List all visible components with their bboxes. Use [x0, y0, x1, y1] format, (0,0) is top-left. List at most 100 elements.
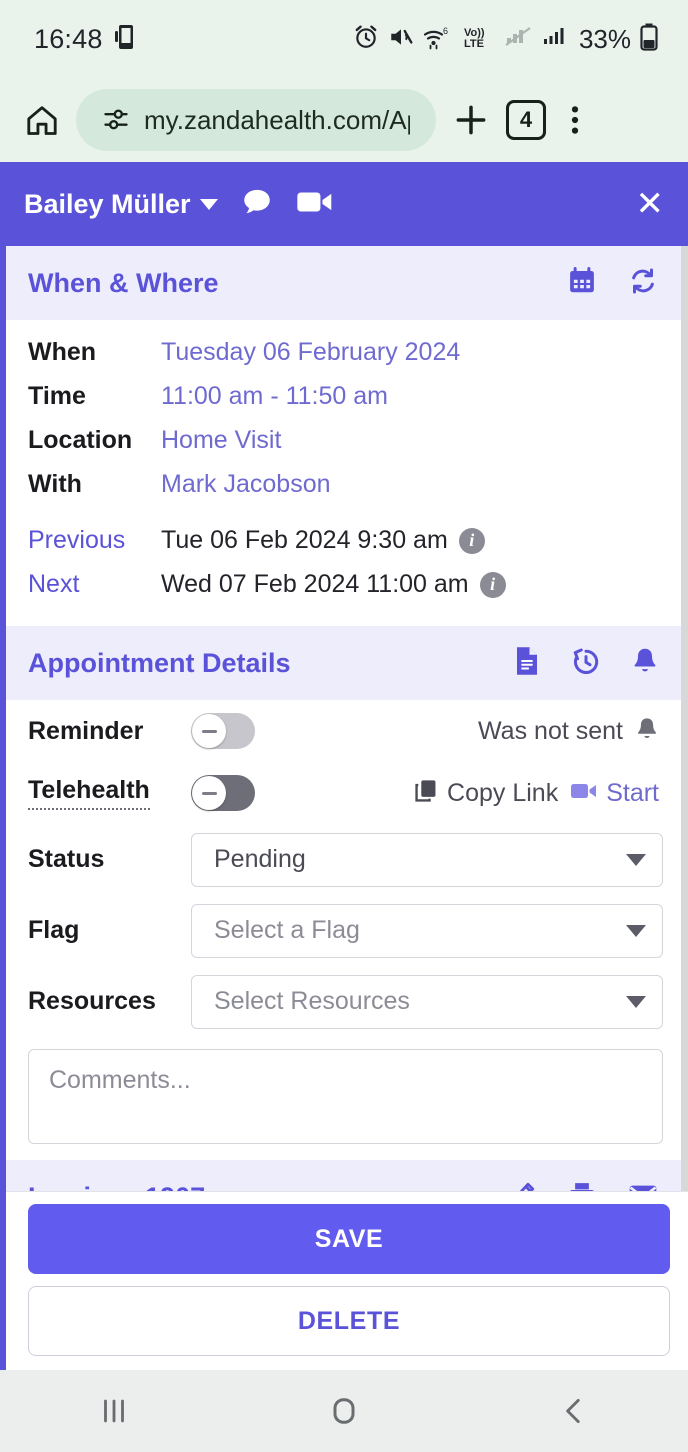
field-when-label: When: [28, 338, 97, 367]
next-value: Wed 07 Feb 2024 11:00 am: [161, 570, 469, 599]
previous-value: Tue 06 Feb 2024 9:30 am: [161, 526, 448, 555]
flag-value: Select a Flag: [214, 916, 360, 945]
home-circle-icon[interactable]: [326, 1393, 362, 1429]
recents-icon[interactable]: [97, 1394, 131, 1428]
copy-link-button[interactable]: Copy Link: [413, 778, 558, 809]
appointment-details-title: Appointment Details: [28, 647, 291, 678]
svg-text:6: 6: [443, 26, 448, 36]
bell-icon[interactable]: [631, 646, 659, 681]
resources-value: Select Resources: [214, 987, 410, 1016]
copy-link-label: Copy Link: [447, 778, 559, 807]
minus-icon: [201, 729, 217, 733]
modal-scroll-area[interactable]: When & Where When Tuesday 06 February 20…: [6, 246, 688, 1191]
field-time: Time 11:00 am - 11:50 am: [28, 382, 659, 426]
section-header-appointment-details: Appointment Details: [6, 626, 681, 701]
telehealth-toggle[interactable]: [191, 775, 255, 812]
field-when-value[interactable]: Tuesday 06 February 2024: [161, 338, 460, 367]
signal-icon: [542, 24, 568, 55]
reminder-label: Reminder: [28, 716, 144, 745]
chevron-down-icon: [626, 853, 646, 866]
video-camera-icon[interactable]: [296, 185, 334, 224]
bell-icon[interactable]: [635, 716, 659, 747]
document-icon[interactable]: [513, 646, 541, 681]
status-value: Pending: [214, 845, 306, 874]
status-select[interactable]: Pending: [191, 832, 663, 887]
telehealth-actions: Copy Link Start: [413, 778, 659, 809]
section-header-when-where: When & Where: [6, 246, 681, 321]
when-where-title: When & Where: [28, 267, 219, 298]
site-settings-icon[interactable]: [102, 106, 130, 134]
pencil-icon[interactable]: [507, 1180, 537, 1191]
start-telehealth-button[interactable]: Start: [570, 779, 659, 808]
copy-icon: [413, 778, 439, 809]
overflow-menu-icon[interactable]: [562, 103, 588, 137]
tab-count-button[interactable]: 4: [506, 100, 546, 140]
chevron-down-icon: [626, 924, 646, 937]
appointment-details-actions: [513, 646, 659, 681]
patient-name: Bailey Müller: [24, 188, 191, 219]
status-right-group: 6 Vo)) LTE 33%: [353, 23, 658, 56]
next-link[interactable]: Next: [28, 570, 161, 599]
field-with-label: With: [28, 470, 82, 499]
flag-select[interactable]: Select a Flag: [191, 903, 663, 958]
chat-bubble-icon[interactable]: [240, 185, 274, 224]
field-next: Next Wed 07 Feb 2024 11:00 am i: [28, 570, 659, 614]
field-time-value[interactable]: 11:00 am - 11:50 am: [161, 382, 388, 411]
modal-footer: SAVE DELETE: [6, 1191, 688, 1370]
previous-link[interactable]: Previous: [28, 526, 161, 555]
volte-icon: Vo)) LTE: [462, 24, 496, 55]
no-sim-icon: [505, 24, 533, 55]
mute-icon: [388, 24, 414, 55]
status-clock: 16:48: [34, 23, 103, 54]
comments-textarea[interactable]: Comments...: [28, 1049, 663, 1145]
chevron-down-icon: [199, 198, 218, 210]
resources-select[interactable]: Select Resources: [191, 974, 663, 1029]
android-status-bar: 16:48 6 Vo)) LTE 33%: [0, 0, 688, 78]
close-icon[interactable]: ✕: [636, 187, 665, 221]
status-left-group: 16:48: [34, 24, 137, 55]
row-flag: Flag Select a Flag: [6, 895, 681, 966]
battery-percent: 33%: [578, 23, 631, 54]
refresh-icon[interactable]: [627, 266, 659, 301]
section-header-invoice: Invoice - 1907: [6, 1160, 681, 1191]
calendar-icon[interactable]: [567, 266, 597, 301]
invoice-actions: [507, 1180, 659, 1191]
browser-toolbar: my.zandahealth.com/Ap 4: [0, 78, 688, 162]
next-value-group: Wed 07 Feb 2024 11:00 am i: [161, 570, 506, 599]
field-location-value[interactable]: Home Visit: [161, 426, 281, 455]
row-resources: Resources Select Resources: [6, 966, 681, 1037]
save-button[interactable]: SAVE: [28, 1204, 670, 1274]
plus-icon[interactable]: [452, 101, 490, 139]
delete-button[interactable]: DELETE: [28, 1286, 670, 1356]
history-icon[interactable]: [571, 646, 601, 681]
reminder-toggle[interactable]: [191, 713, 255, 750]
patient-name-dropdown[interactable]: Bailey Müller: [24, 189, 218, 220]
when-where-actions: [567, 266, 659, 301]
home-icon[interactable]: [24, 102, 60, 138]
field-with: With Mark Jacobson: [28, 470, 659, 514]
phone-screen: 16:48 6 Vo)) LTE 33% my.zandahealth.com/…: [0, 0, 688, 1452]
field-with-value[interactable]: Mark Jacobson: [161, 470, 331, 499]
flag-label: Flag: [28, 916, 80, 945]
field-when: When Tuesday 06 February 2024: [28, 338, 659, 382]
appointment-modal: Bailey Müller ✕ When & Where When Tuesda…: [0, 162, 688, 1370]
printer-icon[interactable]: [567, 1180, 597, 1191]
url-text[interactable]: my.zandahealth.com/Ap: [144, 105, 410, 136]
field-location: Location Home Visit: [28, 426, 659, 470]
telehealth-label[interactable]: Telehealth: [28, 776, 150, 811]
info-icon[interactable]: i: [479, 571, 506, 598]
info-icon[interactable]: i: [458, 527, 485, 554]
screen-recorder-icon: [114, 24, 137, 55]
android-nav-bar: [0, 1370, 688, 1452]
field-location-label: Location: [28, 426, 133, 455]
row-reminder: Reminder Was not sent: [6, 700, 681, 762]
resources-label: Resources: [28, 987, 156, 1016]
back-chevron-icon[interactable]: [557, 1394, 591, 1428]
url-bar[interactable]: my.zandahealth.com/Ap: [76, 89, 436, 151]
envelope-icon[interactable]: [627, 1180, 659, 1191]
minus-icon: [201, 791, 217, 795]
video-camera-icon: [570, 780, 598, 807]
svg-text:LTE: LTE: [464, 38, 484, 50]
toggle-knob: [192, 776, 226, 811]
